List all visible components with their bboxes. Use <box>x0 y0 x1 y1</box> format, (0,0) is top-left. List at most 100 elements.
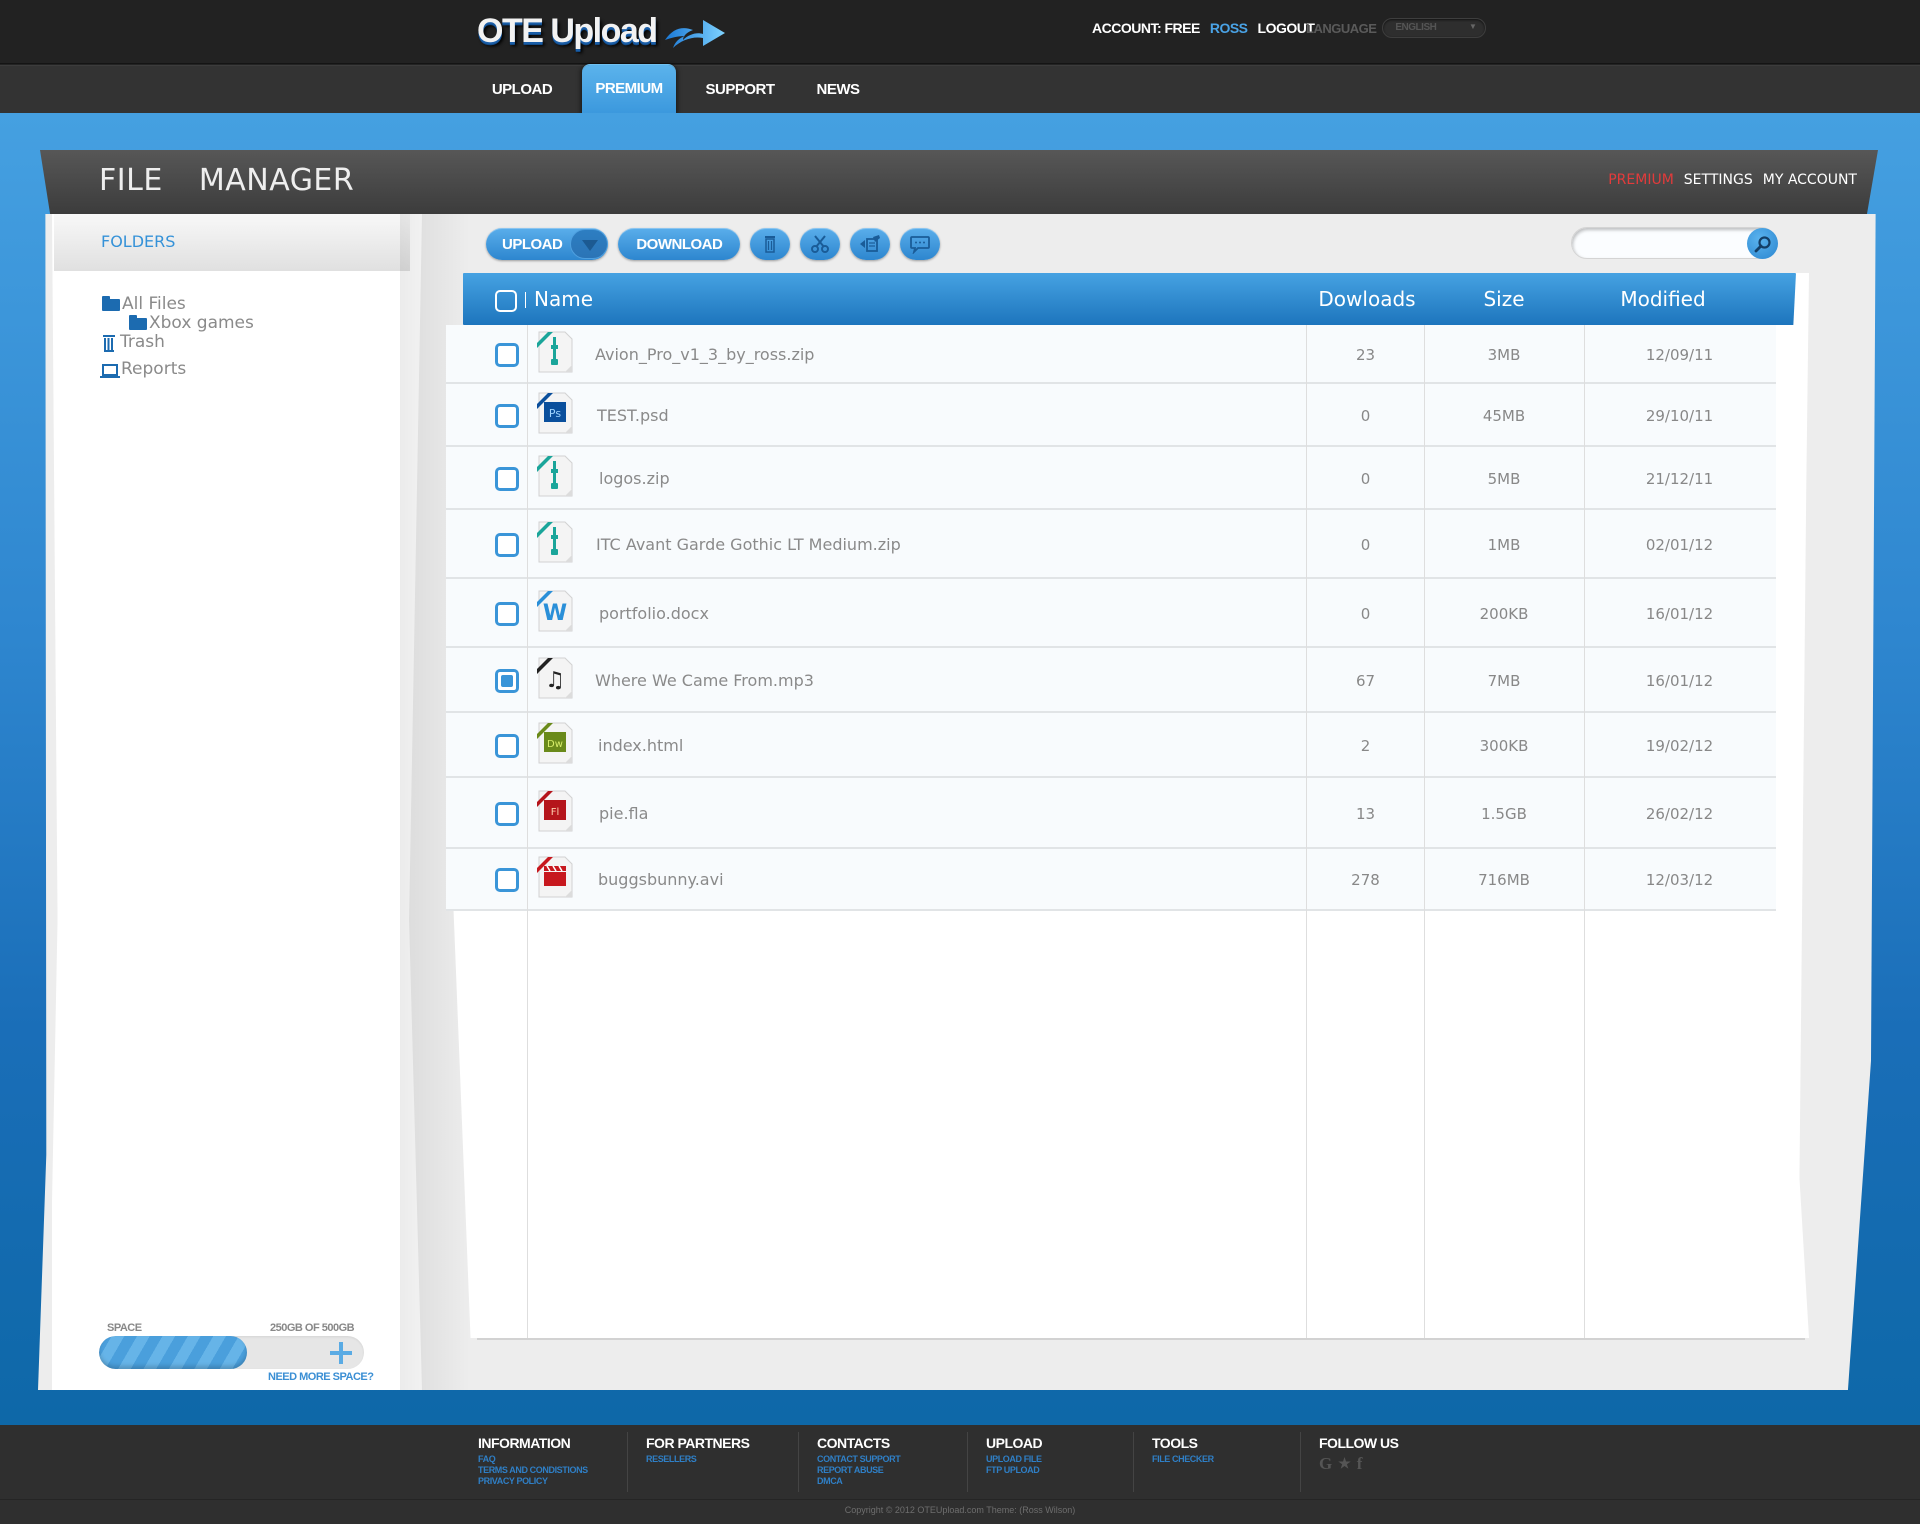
modified-date: 16/01/12 <box>1645 604 1714 623</box>
nav-news[interactable]: NEWS <box>806 66 870 114</box>
footer-column: FOR PARTNERS RESELLERS <box>646 1435 750 1465</box>
file-name[interactable]: TEST.psd <box>597 406 669 425</box>
file-size: 1MB <box>1487 535 1521 554</box>
select-all-checkbox[interactable] <box>495 290 517 312</box>
svg-text:Dw: Dw <box>547 739 563 750</box>
file-size: 7MB <box>1487 671 1521 690</box>
language-dropdown[interactable]: ENGLISH ▼ <box>1382 18 1487 38</box>
my-account-link[interactable]: MY ACCOUNT <box>1763 172 1857 188</box>
twitter-icon[interactable]: ★ <box>1338 1456 1351 1473</box>
row-checkbox[interactable] <box>495 342 519 367</box>
column-header-size[interactable]: Size <box>1424 287 1584 311</box>
google-icon[interactable]: G <box>1319 1454 1332 1474</box>
svg-text:Fl: Fl <box>551 807 560 818</box>
column-header-modified[interactable]: Modified <box>1584 287 1742 311</box>
avi-file-icon <box>536 856 574 900</box>
folder-tree: All Files Xbox games Trash Reports <box>100 295 254 379</box>
search-input[interactable] <box>1584 228 1744 258</box>
row-checkbox[interactable] <box>495 403 519 428</box>
space-usage-bar <box>99 1336 364 1369</box>
file-name[interactable]: buggsbunny.avi <box>598 870 724 889</box>
download-count: 0 <box>1360 535 1371 554</box>
file-name[interactable]: pie.fla <box>599 804 648 823</box>
folder-xbox-games[interactable]: Xbox games <box>102 314 254 333</box>
need-more-space-link[interactable]: NEED MORE SPACE? <box>268 1371 374 1383</box>
footer-column-divider <box>1300 1432 1301 1492</box>
folder-all-files[interactable]: All Files <box>102 295 254 314</box>
row-checkbox[interactable] <box>495 668 519 693</box>
file-name[interactable]: portfolio.docx <box>599 604 709 623</box>
file-name[interactable]: Avion_Pro_v1_3_by_ross.zip <box>595 345 814 364</box>
file-name[interactable]: index.html <box>598 736 683 755</box>
folder-trash[interactable]: Trash <box>102 333 254 352</box>
search-icon <box>1754 235 1771 252</box>
comment-icon <box>910 236 931 254</box>
folder-icon <box>102 295 120 311</box>
row-checkbox[interactable] <box>495 466 519 491</box>
fla-file-icon: Fl <box>536 790 574 834</box>
footer-column-divider <box>1133 1432 1134 1492</box>
footer-link[interactable]: TERMS AND CONDISTIONS <box>478 1465 588 1476</box>
download-count: 278 <box>1351 871 1380 889</box>
file-name[interactable]: logos.zip <box>599 469 670 488</box>
row-checkbox[interactable] <box>495 601 519 626</box>
search-button[interactable] <box>1747 228 1778 259</box>
modified-date: 21/12/11 <box>1645 469 1714 488</box>
comment-button[interactable] <box>900 228 941 260</box>
download-count: 23 <box>1355 345 1376 364</box>
settings-link[interactable]: SETTINGS <box>1684 172 1753 188</box>
premium-link[interactable]: PREMIUM <box>1608 172 1674 188</box>
delete-button[interactable] <box>750 228 791 260</box>
footer-link[interactable]: CONTACT SUPPORT <box>817 1454 901 1465</box>
file-name[interactable]: Where We Came From.mp3 <box>595 671 814 690</box>
upload-button[interactable]: UPLOAD <box>486 228 609 260</box>
nav-upload[interactable]: UPLOAD <box>488 66 556 114</box>
nav-support[interactable]: SUPPORT <box>702 66 778 114</box>
footer-link[interactable]: FAQ <box>478 1454 588 1465</box>
column-header-downloads[interactable]: Dowloads <box>1310 287 1424 311</box>
cut-button[interactable] <box>800 228 841 260</box>
folder-label: Xbox games <box>149 313 254 333</box>
footer-link[interactable]: RESELLERS <box>646 1454 749 1465</box>
add-space-icon[interactable] <box>330 1342 352 1364</box>
download-count: 13 <box>1355 804 1376 823</box>
language-value: ENGLISH <box>1395 22 1437 33</box>
logo[interactable]: OTE Upload <box>477 12 727 51</box>
row-checkbox[interactable] <box>495 801 519 826</box>
footer-link[interactable]: FTP UPLOAD <box>986 1465 1042 1476</box>
file-name[interactable]: ITC Avant Garde Gothic LT Medium.zip <box>596 535 901 554</box>
folder-reports[interactable]: Reports <box>100 360 254 379</box>
footer-link[interactable]: DMCA <box>817 1476 900 1487</box>
social-links: G ★ f <box>1319 1454 1399 1474</box>
file-size: 3MB <box>1487 345 1521 364</box>
footer-link[interactable]: PRIVACY POLICY <box>478 1476 588 1487</box>
footer-link[interactable]: REPORT ABUSE <box>817 1465 900 1476</box>
download-label: DOWNLOAD <box>636 235 723 253</box>
file-size: 300KB <box>1479 736 1529 755</box>
nav-premium[interactable]: PREMIUM <box>582 65 676 114</box>
trash-icon <box>765 236 776 253</box>
footer-link[interactable]: UPLOAD FILE <box>986 1454 1042 1465</box>
copyright: Copyright © 2012 OTEUpload.com Theme: (R… <box>844 1505 1076 1515</box>
svg-text:W: W <box>543 601 567 626</box>
zip-file-icon <box>536 455 574 499</box>
docx-file-icon: W <box>536 590 574 634</box>
column-header-name[interactable]: Name <box>534 287 593 311</box>
move-button[interactable] <box>850 228 891 260</box>
username-link[interactable]: ROSS <box>1210 20 1248 36</box>
psd-file-icon: Ps <box>536 392 574 436</box>
chevron-down-icon: ▼ <box>1468 22 1477 31</box>
folder-label: All Files <box>122 294 186 314</box>
row-checkbox[interactable] <box>495 733 519 758</box>
download-button[interactable]: DOWNLOAD <box>618 228 741 260</box>
main-nav: UPLOAD PREMIUM SUPPORT NEWS <box>0 65 1920 114</box>
folders-heading: FOLDERS <box>101 232 176 251</box>
facebook-icon[interactable]: f <box>1357 1454 1363 1474</box>
account-info: ACCOUNT: FREE ROSS LOGOUT <box>1092 20 1315 36</box>
row-checkbox[interactable] <box>495 868 519 892</box>
upload-dropdown-icon[interactable] <box>570 229 609 259</box>
modified-date: 16/01/12 <box>1645 671 1714 690</box>
row-checkbox[interactable] <box>495 532 519 557</box>
file-size: 716MB <box>1478 871 1530 889</box>
footer-link[interactable]: FILE CHECKER <box>1152 1454 1214 1465</box>
